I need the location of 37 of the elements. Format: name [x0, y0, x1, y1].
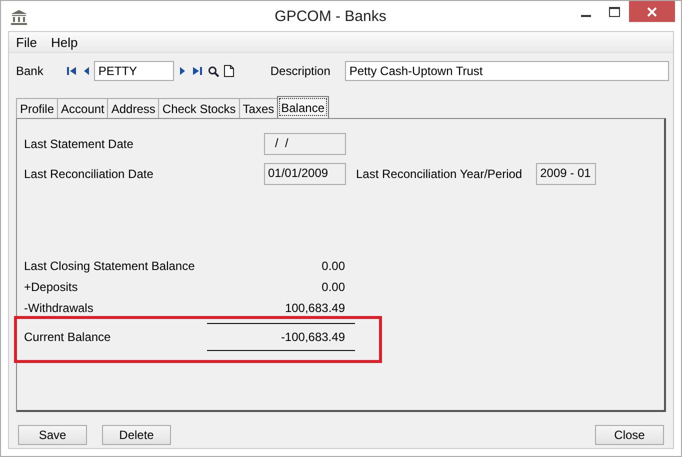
field-label: Last Reconciliation Date — [24, 167, 154, 181]
window-title: GPCOM - Banks — [274, 8, 388, 25]
minimize-icon — [581, 14, 591, 16]
next-record-icon[interactable] — [179, 66, 186, 76]
close-button[interactable] — [629, 1, 675, 22]
first-record-icon[interactable] — [66, 66, 78, 76]
balance-label: -Withdrawals — [24, 300, 94, 314]
maximize-icon — [608, 6, 620, 16]
balance-label: Current Balance — [24, 330, 112, 344]
balance-label: +Deposits — [24, 280, 79, 294]
document-icon[interactable] — [224, 65, 234, 77]
balance-amount: -100,683.49 — [280, 330, 345, 344]
date-field: / / — [264, 133, 346, 155]
tab[interactable]: Balance — [277, 96, 328, 118]
bank-building-icon — [10, 9, 28, 25]
description-label: Description — [270, 64, 332, 78]
balance-amount: 0.00 — [320, 280, 345, 294]
close-form-button[interactable]: Close — [595, 425, 664, 445]
action-button[interactable]: Save — [18, 425, 87, 445]
bank-field[interactable]: PETTY — [94, 61, 174, 81]
close-icon — [647, 6, 657, 16]
period-field: 2009 - 01 — [536, 163, 596, 185]
previous-record-icon[interactable] — [83, 66, 90, 76]
description-field[interactable]: Petty Cash-Uptown Trust — [345, 61, 670, 81]
balance-label: Last Closing Statement Balance — [24, 258, 196, 272]
date-field: 01/01/2009 — [264, 163, 346, 185]
action-button[interactable]: Delete — [102, 425, 171, 445]
last-record-icon[interactable] — [191, 66, 204, 76]
menu-item[interactable]: File — [16, 34, 37, 50]
tab[interactable]: Profile — [16, 98, 58, 118]
balance-amount: 0.00 — [320, 258, 345, 272]
menu-item[interactable]: Help — [50, 34, 78, 50]
bank-label: Bank — [16, 64, 44, 78]
field-label: Last Reconciliation Year/Period — [356, 167, 522, 181]
search-icon[interactable] — [208, 66, 220, 76]
field-label: Last Statement Date — [24, 137, 134, 151]
balance-amount: 100,683.49 — [284, 300, 345, 314]
